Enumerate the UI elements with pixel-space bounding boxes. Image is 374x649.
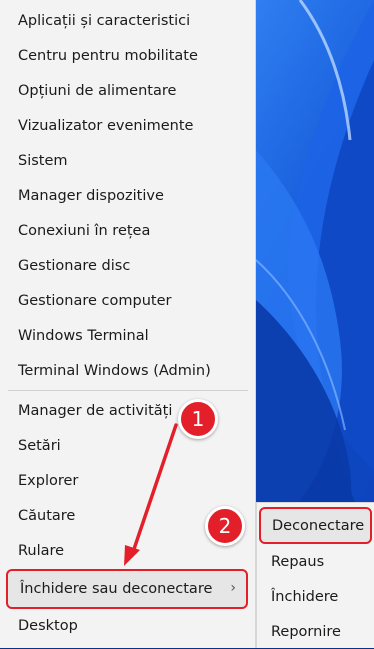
winx-context-menu: Aplicații și caracteristici Centru pentr… [0,0,256,648]
menu-item-power-options[interactable]: Opțiuni de alimentare [0,73,256,108]
submenu-item-sleep[interactable]: Repaus [257,544,374,579]
menu-item-label: Opțiuni de alimentare [18,82,177,99]
menu-item-label: Setări [18,437,61,454]
menu-item-settings[interactable]: Setări [0,428,256,463]
menu-item-file-explorer[interactable]: Explorer [0,463,256,498]
chevron-right-icon: › [230,580,236,596]
menu-item-event-viewer[interactable]: Vizualizator evenimente [0,108,256,143]
menu-item-label: Explorer [18,472,79,489]
menu-item-computer-management[interactable]: Gestionare computer [0,283,256,318]
menu-item-label: Căutare [18,507,76,524]
menu-separator [8,390,248,391]
submenu-item-label: Repornire [271,623,341,640]
menu-item-terminal-admin[interactable]: Terminal Windows (Admin) [0,353,256,388]
shutdown-submenu: Deconectare Repaus Închidere Repornire [256,502,374,648]
menu-item-label: Manager dispozitive [18,187,164,204]
menu-item-label: Manager de activități [18,402,173,419]
step-2-number: 2 [218,514,232,538]
menu-item-label: Sistem [18,152,68,169]
submenu-item-sign-out[interactable]: Deconectare [259,507,372,544]
menu-item-label: Windows Terminal [18,327,149,344]
menu-item-shutdown-signout[interactable]: Închidere sau deconectare › [6,569,248,609]
menu-item-label: Terminal Windows (Admin) [18,362,211,379]
step-1-number: 1 [191,407,205,431]
menu-item-label: Gestionare computer [18,292,172,309]
menu-item-label: Vizualizator evenimente [18,117,194,134]
menu-item-label: Rulare [18,542,65,559]
menu-item-label: Desktop [18,617,78,634]
menu-item-mobility-center[interactable]: Centru pentru mobilitate [0,38,256,73]
submenu-item-label: Repaus [271,553,325,570]
menu-item-disk-management[interactable]: Gestionare disc [0,248,256,283]
menu-item-label: Închidere sau deconectare [20,581,213,597]
step-1-badge: 1 [178,399,218,439]
menu-item-device-manager[interactable]: Manager dispozitive [0,178,256,213]
menu-item-label: Conexiuni în rețea [18,222,151,239]
menu-item-label: Centru pentru mobilitate [18,47,198,64]
menu-item-apps-features[interactable]: Aplicații și caracteristici [0,3,256,38]
menu-item-network-connections[interactable]: Conexiuni în rețea [0,213,256,248]
submenu-item-restart[interactable]: Repornire [257,614,374,649]
submenu-item-label: Închidere [271,588,339,605]
menu-item-label: Gestionare disc [18,257,131,274]
submenu-item-shut-down[interactable]: Închidere [257,579,374,614]
menu-item-label: Aplicații și caracteristici [18,12,191,29]
menu-item-windows-terminal[interactable]: Windows Terminal [0,318,256,353]
menu-item-desktop[interactable]: Desktop [0,608,256,643]
menu-item-system[interactable]: Sistem [0,143,256,178]
step-2-badge: 2 [205,506,245,546]
submenu-item-label: Deconectare [272,517,365,534]
